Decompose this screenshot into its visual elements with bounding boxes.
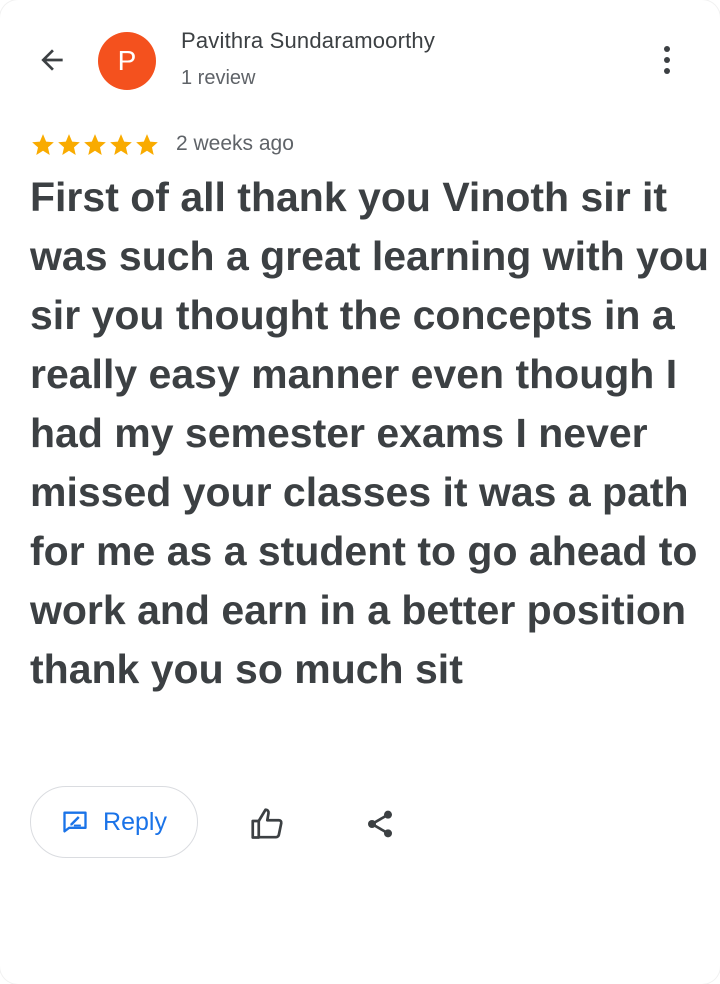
review-text: First of all thank you Vinoth sir it was… [30,174,709,692]
review-time: 2 weeks ago [176,132,294,155]
share-icon [368,810,392,838]
star-icon [32,134,54,155]
star-icon [110,134,132,155]
star-icon [58,134,80,155]
star-rating [30,131,160,159]
thumb-up-icon [251,808,283,839]
reply-button[interactable]: Reply [30,786,198,858]
reply-label: Reply [103,807,167,836]
star-icon [136,134,158,155]
star-icon [84,134,106,155]
back-arrow-icon [41,49,63,71]
avatar-letter: P [117,45,137,76]
avatar[interactable]: P [98,32,156,90]
reviewer-name[interactable]: Pavithra Sundaramoorthy [181,28,435,54]
more-vert-icon [664,46,670,74]
more-options-button[interactable] [652,40,682,80]
review-card: P Pavithra Sundaramoorthy 1 review 2 wee… [0,0,720,984]
like-button[interactable] [247,804,287,844]
back-button[interactable] [32,40,72,80]
reply-icon [63,811,87,833]
review-count: 1 review [181,67,256,89]
share-button[interactable] [360,804,400,844]
